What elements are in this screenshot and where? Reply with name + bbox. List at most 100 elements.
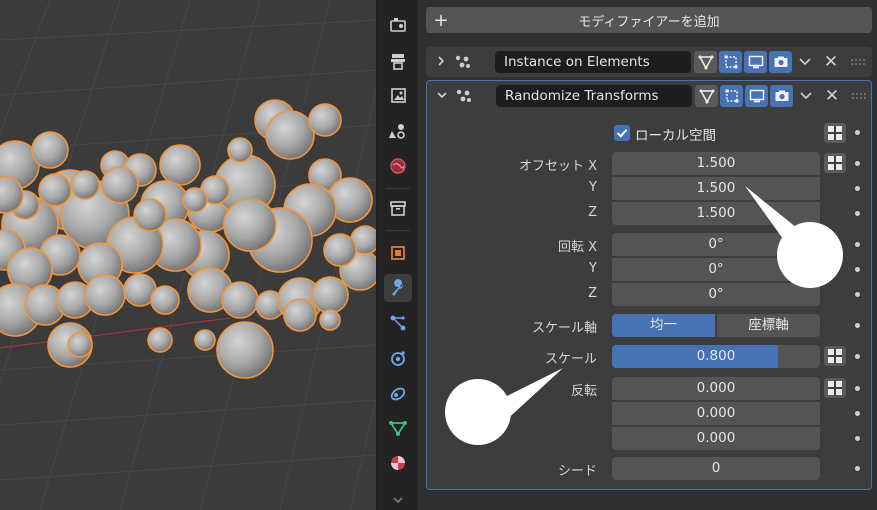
- chevron-down-icon[interactable]: [796, 53, 814, 71]
- instanced-sphere: [308, 103, 342, 137]
- keyframe-decorator-icon: [828, 156, 842, 170]
- world-tab[interactable]: [384, 194, 412, 222]
- material-tab[interactable]: [384, 449, 412, 477]
- tool-icon: [390, 18, 406, 32]
- geometry-nodes-icon: [456, 89, 471, 102]
- close-icon[interactable]: ✕: [822, 52, 840, 72]
- close-icon[interactable]: ✕: [823, 86, 841, 106]
- scale-keyframe-button[interactable]: [824, 346, 846, 366]
- scale-axis-label: スケール軸: [531, 321, 597, 336]
- render-visibility-toggle[interactable]: [769, 51, 792, 73]
- instanced-sphere: [31, 131, 69, 169]
- offset-x-field[interactable]: 1.500: [612, 152, 820, 175]
- annotation-bubble-bottom: [445, 368, 563, 445]
- animate-dot[interactable]: [855, 436, 860, 441]
- animate-dot[interactable]: [855, 130, 860, 135]
- offset-y-label: Y: [589, 180, 597, 195]
- local-space-checkbox[interactable]: [614, 125, 630, 141]
- render-tab[interactable]: [384, 47, 412, 75]
- keyframe-decorator-icon: [828, 381, 842, 395]
- scale-field[interactable]: 0.800: [612, 345, 820, 368]
- animate-dot[interactable]: [855, 292, 860, 297]
- chevron-right-icon[interactable]: [434, 54, 448, 68]
- tool-tab[interactable]: [384, 11, 412, 39]
- drag-grip-icon[interactable]: [851, 92, 867, 100]
- render-icon: [391, 54, 405, 70]
- editmode-square-icon: [724, 55, 737, 69]
- scale-axis-per-axis-option[interactable]: 座標軸: [717, 314, 820, 337]
- edit-mode-toggle[interactable]: [719, 51, 742, 73]
- constraints-tab[interactable]: [384, 379, 412, 407]
- annotation-bubble-top: [745, 186, 843, 288]
- physics-tab[interactable]: [384, 344, 412, 372]
- rotation-x-label: 回転 X: [557, 240, 597, 255]
- animate-dot[interactable]: [855, 411, 860, 416]
- animate-dot[interactable]: [855, 267, 860, 272]
- instanced-sphere: [147, 327, 173, 353]
- instanced-sphere: [221, 281, 259, 319]
- chevron-down-icon[interactable]: [435, 88, 449, 102]
- viewport-visibility-toggle[interactable]: [745, 85, 768, 107]
- output-tab[interactable]: [384, 82, 412, 110]
- particles-tab[interactable]: [384, 309, 412, 337]
- edit-mode-cage-toggle[interactable]: [694, 51, 717, 73]
- monitor-icon: [749, 89, 764, 103]
- edit-mode-cage-toggle[interactable]: [695, 85, 718, 107]
- offset-keyframe-button[interactable]: [824, 153, 846, 173]
- modifier-name-field[interactable]: Instance on Elements: [495, 51, 691, 73]
- instanced-sphere: [227, 137, 253, 163]
- camera-icon: [774, 56, 787, 67]
- animate-dot[interactable]: [855, 186, 860, 191]
- scale-axis-uniform-option[interactable]: 均一: [612, 314, 715, 337]
- animate-dot[interactable]: [855, 354, 860, 359]
- animate-dot[interactable]: [855, 242, 860, 247]
- local-space-keyframe-button[interactable]: [824, 123, 846, 143]
- camera-icon: [775, 90, 788, 101]
- collection-icon: [390, 201, 406, 216]
- instanced-sphere: [101, 166, 139, 204]
- animate-dot[interactable]: [855, 466, 860, 471]
- flip-x-field[interactable]: 0.000: [612, 377, 820, 400]
- keyframe-decorator-icon: [828, 349, 842, 363]
- modifier-tab[interactable]: [384, 274, 412, 302]
- animate-dot[interactable]: [855, 211, 860, 216]
- offset-x-label: オフセット X: [518, 159, 597, 174]
- instanced-sphere: [265, 110, 315, 160]
- animate-dot[interactable]: [855, 161, 860, 166]
- 3d-viewport[interactable]: [0, 0, 376, 510]
- animate-dot[interactable]: [855, 386, 860, 391]
- rotation-z-label: Z: [588, 286, 597, 301]
- modifier-name-field[interactable]: Randomize Transforms: [496, 85, 692, 107]
- editmode-square-icon: [725, 89, 738, 103]
- chevron-down-icon[interactable]: [797, 87, 815, 105]
- plus-icon: +: [433, 9, 449, 31]
- keyframe-decorator-icon: [828, 126, 842, 140]
- geometry-nodes-icon: [455, 55, 470, 68]
- flip-y-field[interactable]: 0.000: [612, 402, 820, 425]
- physics-icon: [391, 351, 405, 366]
- instanced-sphere: [323, 233, 357, 267]
- instanced-sphere: [84, 274, 126, 316]
- edit-mode-toggle[interactable]: [720, 85, 743, 107]
- animate-dot[interactable]: [855, 323, 860, 328]
- seed-field[interactable]: 0: [612, 457, 820, 480]
- constraints-icon: [390, 387, 406, 401]
- instanced-sphere: [133, 198, 167, 232]
- object-tab[interactable]: [384, 239, 412, 267]
- scene-icon: [390, 158, 406, 174]
- instanced-sphere: [182, 187, 208, 213]
- modifier-instance-on-elements: Instance on Elements ✕: [426, 47, 872, 77]
- add-modifier-button[interactable]: + モディファイアーを追加: [426, 7, 872, 33]
- data-tab[interactable]: [384, 414, 412, 442]
- instanced-sphere: [70, 170, 100, 200]
- drag-grip-icon[interactable]: [850, 58, 866, 66]
- render-visibility-toggle[interactable]: [770, 85, 793, 107]
- scene-tab[interactable]: [384, 152, 412, 180]
- offset-z-label: Z: [588, 205, 597, 220]
- flip-keyframe-button[interactable]: [824, 378, 846, 398]
- flip-z-field[interactable]: 0.000: [612, 427, 820, 450]
- particles-icon: [390, 315, 406, 331]
- view-layer-tab[interactable]: [384, 117, 412, 145]
- viewport-visibility-toggle[interactable]: [744, 51, 767, 73]
- scroll-down-icon[interactable]: [391, 494, 405, 504]
